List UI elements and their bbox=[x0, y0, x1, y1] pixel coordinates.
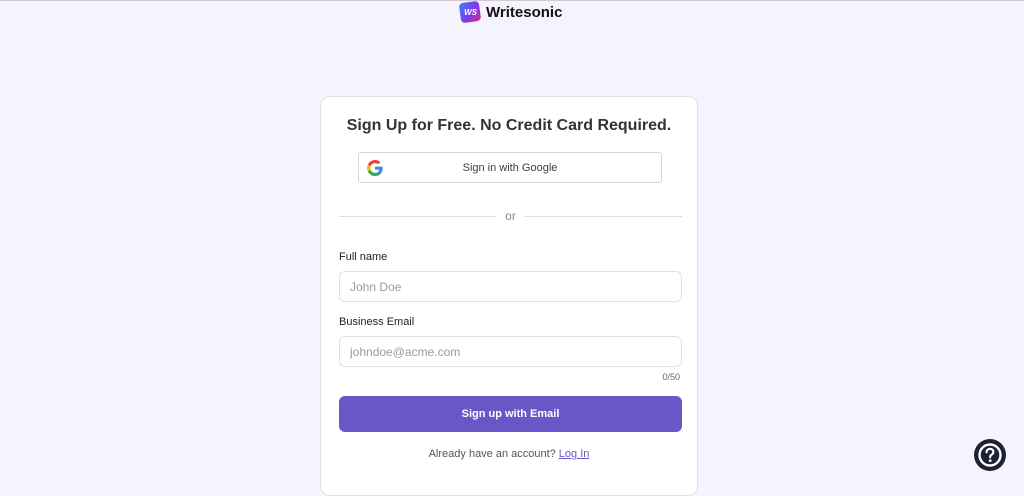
divider-line-right bbox=[524, 215, 683, 217]
email-label: Business Email bbox=[339, 316, 415, 328]
google-signin-button[interactable]: Sign in with Google bbox=[358, 152, 662, 183]
google-signin-label: Sign in with Google bbox=[462, 161, 558, 174]
writesonic-logo-icon: WS bbox=[458, 0, 482, 24]
full-name-input[interactable] bbox=[339, 271, 682, 302]
brand-name: Writesonic bbox=[486, 3, 563, 21]
help-button[interactable] bbox=[974, 439, 1006, 471]
full-name-label: Full name bbox=[339, 251, 388, 263]
question-circle-icon bbox=[978, 443, 1002, 467]
divider-line-left bbox=[339, 215, 497, 217]
logo-text: WS bbox=[463, 7, 477, 17]
email-char-counter: 0/50 bbox=[662, 372, 680, 382]
divider-text: or bbox=[505, 209, 516, 223]
login-prompt-row: Already have an account? Log In bbox=[321, 448, 697, 460]
signup-title: Sign Up for Free. No Credit Card Require… bbox=[346, 117, 672, 134]
login-prompt-text: Already have an account? bbox=[428, 448, 556, 460]
google-icon bbox=[367, 160, 383, 176]
signup-card: Sign Up for Free. No Credit Card Require… bbox=[320, 96, 698, 496]
or-divider: or bbox=[339, 209, 683, 223]
email-input[interactable] bbox=[339, 336, 682, 367]
brand-header: WS Writesonic bbox=[458, 0, 563, 24]
login-link[interactable]: Log In bbox=[559, 448, 590, 460]
signup-email-button[interactable]: Sign up with Email bbox=[339, 396, 682, 432]
